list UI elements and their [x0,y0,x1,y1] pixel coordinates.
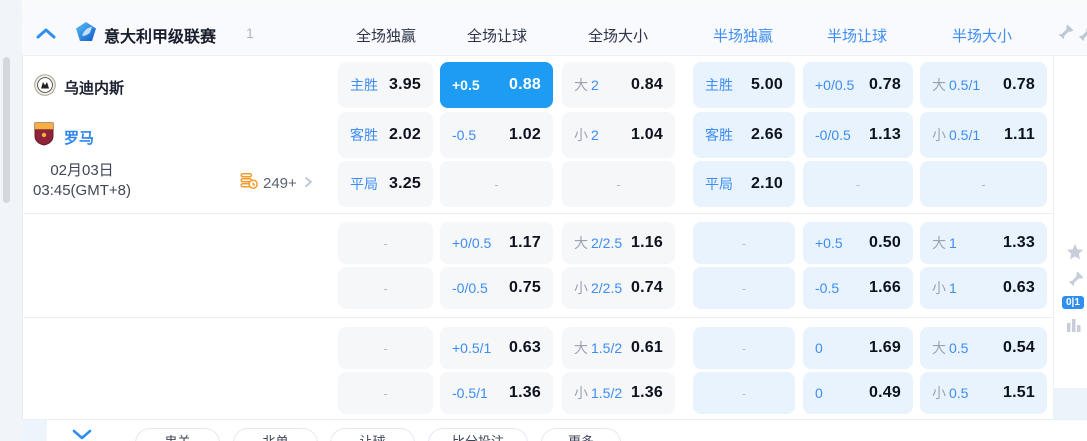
chevron-right-icon [302,175,314,193]
odds-cell-fthandicap3-home[interactable]: +0.5/1 0.63 [440,327,553,369]
odds-cell-htou-under[interactable]: 小 0.5/1 1.11 [920,112,1047,158]
odds-cell-empty: - [338,372,433,414]
score-badge[interactable]: 0|1 [1062,296,1084,309]
odds-cell-htou3-over[interactable]: 大 0.5 0.54 [920,327,1047,369]
odds-cell-ft1x2-away[interactable]: 客胜 2.02 [338,112,433,158]
away-team-name[interactable]: 罗马 [64,127,94,148]
odds-cell-ftou3-over[interactable]: 大 1.5/2 0.61 [562,327,675,369]
market-pill[interactable]: 比分投注 [428,428,528,441]
column-header-ft-1x2: 全场独赢 [355,28,417,45]
odds-cell-empty: - [920,161,1047,207]
odds-cell-ftou-under[interactable]: 小 2 1.04 [562,112,675,158]
column-header-ht-overunder[interactable]: 半场大小 [952,25,1012,46]
scrollbar-thumb[interactable] [3,57,10,203]
odds-cell-hthandicap-away[interactable]: -0/0.5 1.13 [803,112,913,158]
odds-cell-ft1x2-home[interactable]: 主胜 3.95 [338,62,433,108]
odds-cell-hthandicap2-away[interactable]: -0.5 1.66 [803,267,913,309]
odds-cell-empty: - [693,222,795,264]
markets-coins-icon [240,172,258,195]
column-header-ht-handicap[interactable]: 半场让球 [827,25,887,46]
match-date: 02月03日 [50,162,114,179]
home-team-badge [34,74,56,101]
odds-cell-fthandicap3-away[interactable]: -0.5/1 1.36 [440,372,553,414]
odds-cell-empty: - [693,267,795,309]
column-header-ft-overunder: 全场大小 [587,28,649,45]
odds-cell-ht1x2-draw[interactable]: 平局 2.10 [693,161,795,207]
group-divider [22,317,1053,318]
odds-cell-hthandicap-home[interactable]: +0/0.5 0.78 [803,62,913,108]
odds-cell-empty: - [338,222,433,264]
market-pill[interactable]: 串关 [135,428,220,441]
odds-cell-empty: - [562,161,675,207]
match-datetime: 02月03日 03:45(GMT+8) [12,161,152,201]
odds-cell-empty: - [440,161,553,207]
column-header-ft-handicap: 全场让球 [466,28,528,45]
pin-icon[interactable] [1068,271,1084,292]
collapse-chevron-down-icon[interactable] [72,428,92,441]
market-pill[interactable]: 北单 [233,428,318,441]
odds-cell-ftou2-over[interactable]: 大 2/2.5 1.16 [562,222,675,264]
footer-corner [22,420,47,441]
odds-cell-ftou2-under[interactable]: 小 2/2.5 0.74 [562,267,675,309]
league-title[interactable]: 意大利甲级联赛 [104,23,216,47]
odds-board: 意大利甲级联赛 1 全场独赢 全场让球 全场大小 半场独赢 半场让球 半场大小 … [0,0,1087,441]
odds-cell-empty: - [693,327,795,369]
odds-cell-empty: - [338,327,433,369]
market-pill[interactable]: 更多 [541,428,621,441]
odds-cell-empty: - [693,372,795,414]
group-divider [22,213,1053,214]
odds-cell-ht1x2-away[interactable]: 客胜 2.66 [693,112,795,158]
league-match-count: 1 [246,25,254,41]
odds-cell-ft1x2-draw[interactable]: 平局 3.25 [338,161,433,207]
away-team-badge [34,122,54,151]
odds-cell-empty: - [803,161,913,207]
odds-cell-ftou3-under[interactable]: 小 1.5/2 1.36 [562,372,675,414]
odds-cell-htou2-under[interactable]: 小 1 0.63 [920,267,1047,309]
odds-cell-fthandicap-away[interactable]: -0.5 1.02 [440,112,553,158]
odds-cell-fthandicap2-away[interactable]: -0/0.5 0.75 [440,267,553,309]
more-markets-count: 249+ [263,175,297,192]
more-markets-link[interactable]: 249+ [240,172,314,195]
star-icon[interactable] [1066,243,1084,266]
home-team-name[interactable]: 乌迪内斯 [64,77,124,98]
collapse-chevron-up-icon[interactable] [36,26,56,44]
stats-bars-icon[interactable] [1066,318,1082,337]
odds-cell-htou3-under[interactable]: 小 0.5 1.51 [920,372,1047,414]
odds-cell-empty: - [338,267,433,309]
right-panel-divider [1053,56,1054,441]
odds-cell-htou-over[interactable]: 大 0.5/1 0.78 [920,62,1047,108]
odds-cell-fthandicap2-home[interactable]: +0/0.5 1.17 [440,222,553,264]
odds-cell-fthandicap-home-selected[interactable]: +0.5 0.88 [440,62,553,108]
match-time: 03:45(GMT+8) [33,182,131,199]
column-header-ht-1x2[interactable]: 半场独赢 [713,25,773,46]
odds-cell-hthandicap3-away[interactable]: 0 0.49 [803,372,913,414]
odds-cell-ftou-over[interactable]: 大 2 0.84 [562,62,675,108]
pin-icon[interactable] [1058,24,1074,45]
market-pill[interactable]: 让球 [330,428,415,441]
pin-icon[interactable] [1078,26,1087,47]
odds-cell-hthandicap2-home[interactable]: +0.5 0.50 [803,222,913,264]
league-logo-icon [76,22,96,47]
odds-cell-htou2-over[interactable]: 大 1 1.33 [920,222,1047,264]
odds-cell-ht1x2-home[interactable]: 主胜 5.00 [693,62,795,108]
odds-cell-hthandicap3-home[interactable]: 0 1.69 [803,327,913,369]
